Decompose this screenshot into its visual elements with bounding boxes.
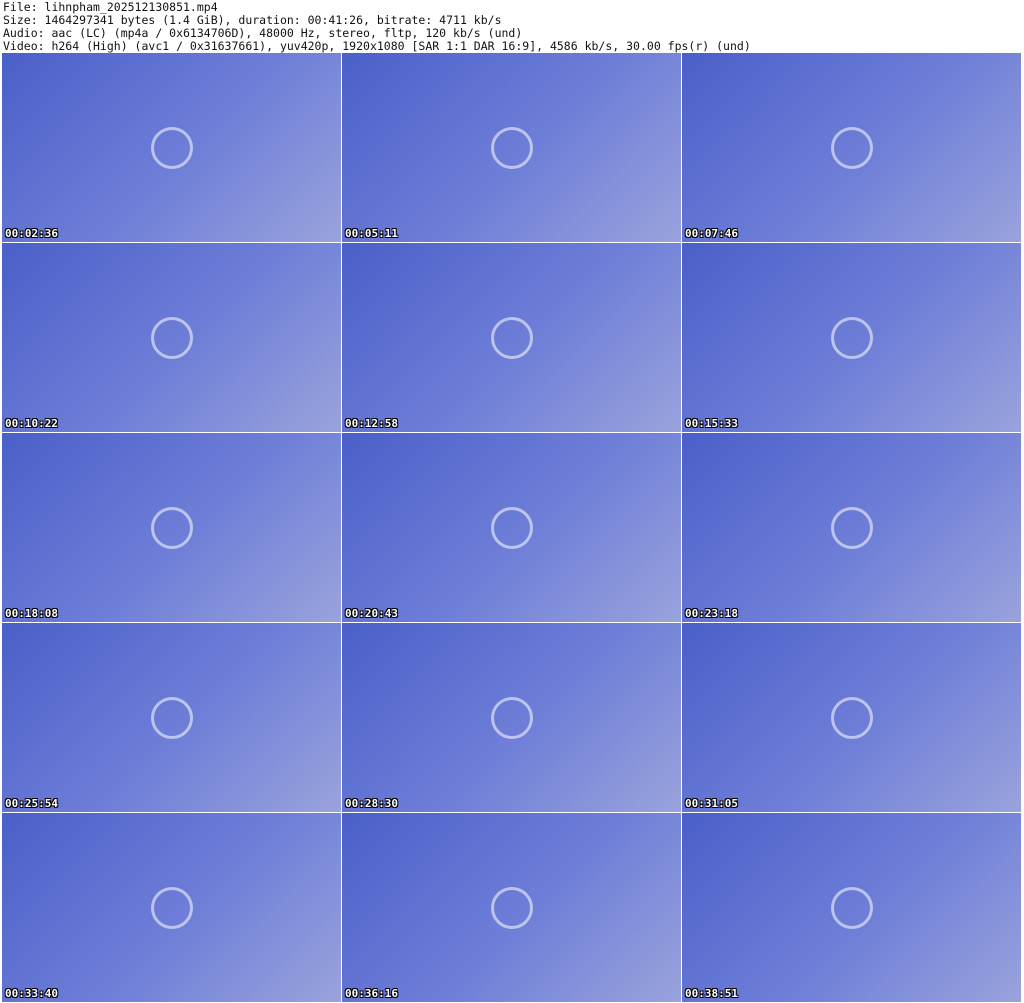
- frame-placeholder-icon: [682, 433, 1021, 622]
- thumbnail-frame: 00:23:18: [682, 433, 1021, 622]
- frame-placeholder-icon: [342, 623, 681, 812]
- frame-placeholder-icon: [682, 243, 1021, 432]
- thumbnail-frame: 00:05:11: [342, 53, 681, 242]
- frame-placeholder-icon: [682, 813, 1021, 1002]
- thumbnail-frame: 00:15:33: [682, 243, 1021, 432]
- frame-placeholder-icon: [2, 243, 341, 432]
- frame-timestamp: 00:02:36: [5, 227, 58, 240]
- file-info-header: File: lihnpham_202512130851.mp4 Size: 146…: [3, 1, 751, 53]
- frame-timestamp: 00:28:30: [345, 797, 398, 810]
- thumbnail-frame: 00:28:30: [342, 623, 681, 812]
- thumbnail-frame: 00:18:08: [2, 433, 341, 622]
- frame-timestamp: 00:15:33: [685, 417, 738, 430]
- frame-placeholder-icon: [342, 243, 681, 432]
- frame-timestamp: 00:05:11: [345, 227, 398, 240]
- frame-placeholder-icon: [682, 53, 1021, 242]
- thumbnail-frame: 00:38:51: [682, 813, 1021, 1002]
- frame-placeholder-icon: [2, 623, 341, 812]
- video-info: Video: h264 (High) (avc1 / 0x31637661), …: [3, 39, 751, 53]
- frame-timestamp: 00:12:58: [345, 417, 398, 430]
- frame-placeholder-icon: [2, 813, 341, 1002]
- frame-timestamp: 00:18:08: [5, 607, 58, 620]
- thumbnail-frame: 00:20:43: [342, 433, 681, 622]
- thumbnail-frame: 00:31:05: [682, 623, 1021, 812]
- frame-timestamp: 00:23:18: [685, 607, 738, 620]
- thumbnail-frame: 00:02:36: [2, 53, 341, 242]
- frame-placeholder-icon: [342, 813, 681, 1002]
- frame-placeholder-icon: [342, 53, 681, 242]
- frame-timestamp: 00:31:05: [685, 797, 738, 810]
- frame-timestamp: 00:10:22: [5, 417, 58, 430]
- thumbnail-frame: 00:07:46: [682, 53, 1021, 242]
- thumbnail-frame: 00:36:16: [342, 813, 681, 1002]
- frame-placeholder-icon: [2, 53, 341, 242]
- frame-timestamp: 00:38:51: [685, 987, 738, 1000]
- thumbnail-frame: 00:33:40: [2, 813, 341, 1002]
- frame-timestamp: 00:07:46: [685, 227, 738, 240]
- thumbnail-frame: 00:10:22: [2, 243, 341, 432]
- frame-timestamp: 00:25:54: [5, 797, 58, 810]
- thumbnail-grid: 00:02:36 00:05:11 00:07:46 00:10:22 00:12:58…: [2, 53, 1021, 1002]
- frame-timestamp: 00:20:43: [345, 607, 398, 620]
- thumbnail-frame: 00:12:58: [342, 243, 681, 432]
- frame-placeholder-icon: [682, 623, 1021, 812]
- frame-timestamp: 00:33:40: [5, 987, 58, 1000]
- thumbnail-frame: 00:25:54: [2, 623, 341, 812]
- frame-placeholder-icon: [2, 433, 341, 622]
- frame-timestamp: 00:36:16: [345, 987, 398, 1000]
- frame-placeholder-icon: [342, 433, 681, 622]
